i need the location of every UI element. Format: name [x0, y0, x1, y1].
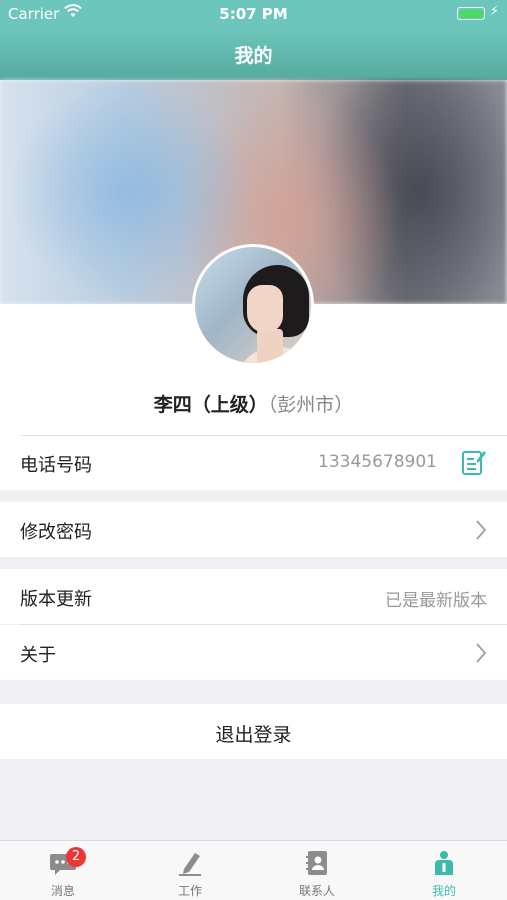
tab-me-label: 我的	[431, 884, 456, 898]
tab-contacts[interactable]: 联系人	[254, 841, 380, 900]
pen-icon	[176, 849, 204, 877]
user-city: （彭州市）	[267, 394, 354, 416]
avatar[interactable]	[192, 244, 314, 366]
tab-contacts-label: 联系人	[298, 884, 335, 898]
about-label: 关于	[20, 645, 56, 666]
about-row[interactable]: 关于	[0, 625, 507, 680]
clock: 5:07 PM	[219, 5, 288, 23]
divider	[20, 624, 507, 625]
version-status: 已是最新版本	[385, 591, 487, 611]
version-update-label: 版本更新	[20, 589, 92, 610]
user-name: 李四（上级）	[153, 394, 268, 416]
tab-messages-label: 消息	[50, 884, 75, 898]
phone-value: 13345678901	[318, 452, 437, 472]
profile-name-line: 李四（上级）（彭州市）	[0, 390, 507, 417]
divider	[20, 435, 507, 436]
tab-work[interactable]: 工作	[127, 841, 253, 900]
chevron-right-icon	[475, 642, 487, 668]
phone-label: 电话号码	[20, 455, 92, 476]
change-password-label: 修改密码	[20, 522, 92, 543]
tab-bar: 2 消息 工作 联系人 我的	[0, 840, 507, 900]
tab-work-label: 工作	[177, 884, 202, 898]
version-update-row[interactable]: 版本更新 已是最新版本	[0, 569, 507, 624]
contacts-book-icon	[303, 849, 331, 877]
logout-button[interactable]: 退出登录	[0, 704, 507, 759]
tab-me[interactable]: 我的	[381, 841, 507, 900]
logout-label: 退出登录	[215, 724, 292, 746]
chevron-right-icon	[475, 519, 487, 545]
change-password-row[interactable]: 修改密码	[0, 502, 507, 557]
unread-badge: 2	[66, 847, 86, 867]
tab-messages[interactable]: 2 消息	[0, 841, 126, 900]
edit-icon[interactable]	[461, 448, 487, 480]
status-bar: Carrier 5:07 PM ⚡	[0, 0, 507, 28]
battery-icon	[457, 7, 485, 20]
person-icon	[430, 849, 458, 877]
navigation-bar: 我的	[0, 28, 507, 80]
phone-row: 电话号码 13345678901	[0, 435, 507, 490]
charging-icon: ⚡	[489, 4, 499, 19]
page-title: 我的	[234, 45, 273, 67]
